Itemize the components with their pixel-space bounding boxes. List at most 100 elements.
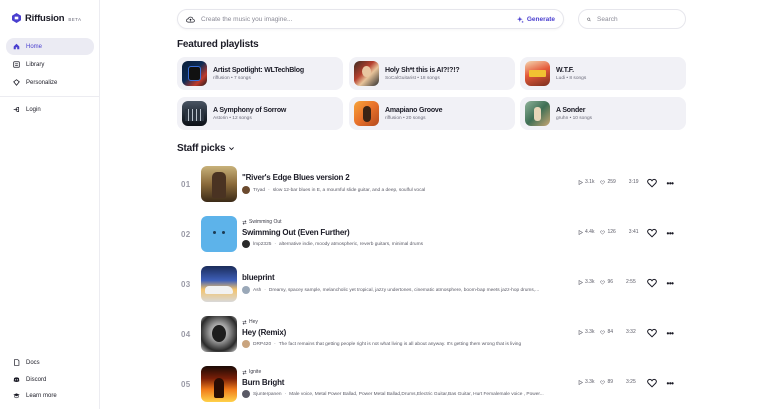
more-options-icon[interactable]: ••• [665,378,675,388]
avatar[interactable] [242,340,250,348]
track-meta: Tryad · slow 12-bar blues in E, a mournf… [242,186,425,194]
playlist-card[interactable]: A Sonder gruhn • 10 songs [520,97,686,130]
sidebar-item-label: Docs [26,359,40,366]
like-heart-icon[interactable] [647,228,657,238]
playlist-subtitle: gruhn • 10 songs [556,115,593,121]
track-meta: DRP420 · The fact remains that getting p… [242,340,521,348]
sidebar-item-library[interactable]: Library [6,56,94,73]
remix-source[interactable]: Hey [242,319,258,325]
track-author[interactable]: Tryad [253,188,265,193]
track-meta: Ash · Dreamy, spacey sample, melancholic… [242,286,539,294]
track-duration: 2:55 [626,279,636,285]
track-number: 05 [181,379,191,389]
track-author[interactable]: Sjunterpanen [253,392,282,397]
play-icon [578,179,583,185]
plays-stat: 3.3k [578,279,594,285]
more-options-icon[interactable]: ••• [665,178,675,188]
generate-button[interactable]: Generate [516,16,555,23]
track-title[interactable]: Swimming Out (Even Further) [242,228,350,237]
playlist-title: Holy Sh*t this is AI?!?!? [385,66,460,74]
track-stats: 3.3k 84 3:32 [578,329,636,335]
likes-stat: 89 [600,379,613,385]
heart-icon [600,280,606,285]
riffusion-logo-icon [12,13,21,23]
more-options-icon[interactable]: ••• [665,328,675,338]
remix-source-label: Swimming Out [249,219,282,225]
playlist-cover [354,61,379,86]
track-author[interactable]: lmp2325 [253,242,271,247]
docs-icon [13,359,20,366]
track-title[interactable]: "River's Edge Blues version 2 [242,173,350,182]
track-cover [201,216,237,252]
playlist-card[interactable]: Artist Spotlight: WLTechBlog riffusion • … [177,57,343,90]
track-row[interactable]: 03 blueprint Ash · Dreamy, spacey sample… [177,266,686,316]
like-heart-icon[interactable] [647,378,657,388]
search-input[interactable] [597,15,677,23]
playlist-subtitle: SoCalGuitarist • 18 songs [385,75,440,81]
track-row[interactable]: 02 Swimming Out Swimming Out (Even Furth… [177,216,686,266]
sidebar-item-discord[interactable]: Discord [6,371,94,388]
heart-icon [600,330,606,335]
like-heart-icon[interactable] [647,328,657,338]
like-heart-icon[interactable] [647,178,657,188]
brand[interactable]: Riffusion BETA [12,12,81,24]
heart-icon [600,230,606,235]
playlist-card[interactable]: A Symphony of Sorrow Astorin • 12 songs [177,97,343,130]
track-cover [201,366,237,402]
sidebar-item-label: Home [26,43,43,50]
playlist-title: W.T.F. [556,66,574,74]
sidebar-item-label: Login [26,106,41,113]
track-duration: 3:32 [626,329,636,335]
track-duration: 3:25 [626,379,636,385]
remix-source[interactable]: Swimming Out [242,219,282,225]
track-title[interactable]: Burn Bright [242,378,284,387]
likes-stat: 126 [600,229,616,235]
featured-title: Featured playlists [177,39,259,50]
remix-source[interactable]: Ignite [242,369,261,375]
likes-stat: 84 [600,329,613,335]
plays-stat: 3.3k [578,379,594,385]
track-author[interactable]: DRP420 [253,342,271,347]
track-title[interactable]: blueprint [242,273,275,282]
track-meta: Sjunterpanen · Male voice, Metal Power B… [242,390,544,398]
like-heart-icon[interactable] [647,278,657,288]
playlist-card[interactable]: Amapiano Groove riffusion • 20 songs [349,97,515,130]
avatar[interactable] [242,286,250,294]
playlist-title: A Symphony of Sorrow [213,106,287,114]
track-row[interactable]: 01 "River's Edge Blues version 2 Tryad ·… [177,166,686,216]
avatar[interactable] [242,240,250,248]
track-meta: lmp2325 · alternative indie, moody atmos… [242,240,423,248]
playlist-cover [525,101,550,126]
track-title[interactable]: Hey (Remix) [242,328,286,337]
login-icon [13,106,20,113]
personalize-icon [13,79,20,86]
playlist-subtitle: Astorin • 12 songs [213,115,252,121]
playlist-card[interactable]: Holy Sh*t this is AI?!?!? SoCalGuitarist … [349,57,515,90]
playlist-cover [354,101,379,126]
track-row[interactable]: 04 Hey Hey (Remix) DRP420 · The fact rem… [177,316,686,366]
staff-picks-header[interactable]: Staff picks [177,143,235,154]
graduation-cap-icon [13,392,20,399]
sidebar-item-login[interactable]: Login [6,101,94,118]
create-prompt-input[interactable] [201,15,517,23]
sidebar-item-label: Discord [26,376,47,383]
playlist-card[interactable]: W.T.F. Ludi • 8 songs [520,57,686,90]
avatar[interactable] [242,390,250,398]
more-options-icon[interactable]: ••• [665,228,675,238]
home-icon [13,43,20,50]
avatar[interactable] [242,186,250,194]
track-row[interactable]: 05 Ignite Burn Bright Sjunterpanen · Mal… [177,366,686,409]
sidebar-item-learn-more[interactable]: Learn more [6,387,94,404]
meta-separator: · [274,341,276,347]
remix-source-label: Ignite [249,369,262,375]
search-bar [578,9,686,29]
sidebar-item-docs[interactable]: Docs [6,354,94,371]
discord-icon [13,376,20,383]
meta-separator: · [284,391,287,397]
chevron-down-icon [229,147,235,151]
track-author[interactable]: Ash [253,288,261,293]
more-options-icon[interactable]: ••• [665,278,675,288]
sidebar-item-personalize[interactable]: Personalize [6,74,94,91]
cloud-upload-icon[interactable] [186,15,195,24]
sidebar-item-home[interactable]: Home [6,38,94,55]
